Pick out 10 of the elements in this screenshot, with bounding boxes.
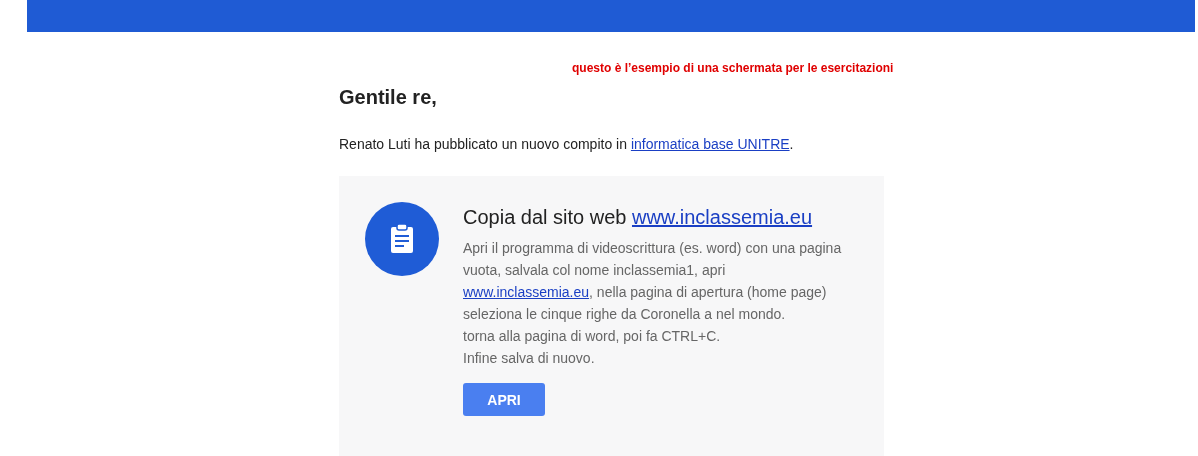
class-link[interactable]: informatica base UNITRE xyxy=(630,136,790,152)
open-button[interactable]: APRI xyxy=(463,383,545,416)
note-text: questo è l’esempio di una schermata per le esercitazioni xyxy=(572,60,894,76)
greeting-text: Gentile re, xyxy=(339,86,438,109)
intro-text: Renato Luti ha pubblicato un nuovo compito in informatica base UNITRE. xyxy=(339,136,795,152)
card-title: Copia dal sito web www.inclassemia.eu xyxy=(463,206,814,229)
site-link[interactable]: www.inclassemia.eu xyxy=(632,206,813,228)
clipboard-icon xyxy=(365,202,439,276)
site-link[interactable]: www.inclassemia.eu xyxy=(463,284,590,300)
instructions-text: Apri il programma di videoscrittura (es. word) con una pagina vuota, salvala col nome inclassemia1, apri www.inclassemia.eu, nella pagina di apertura (home page) seleziona le cinque righe da Coronella a nel mondo. torna alla pagina di word, poi fa CTRL+C. Infine salva di nuovo. xyxy=(463,239,842,368)
